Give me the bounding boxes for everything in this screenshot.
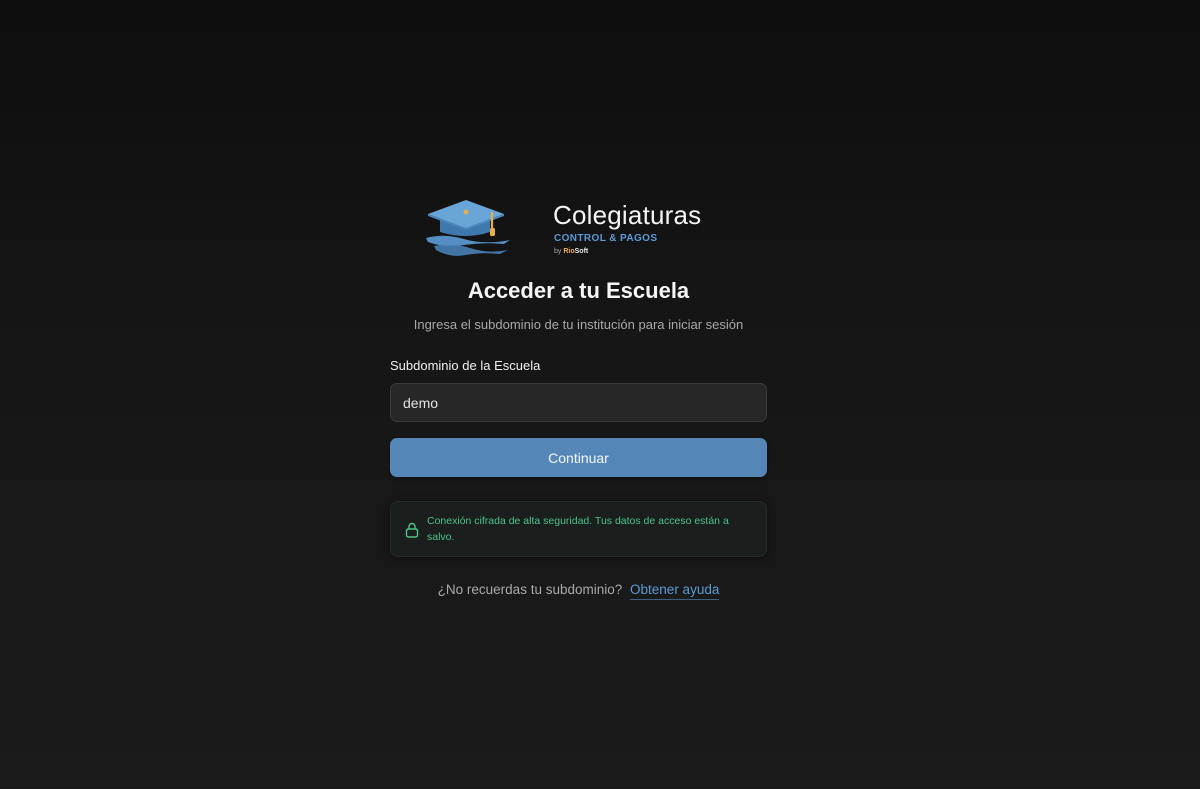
- brand-maker-soft: Soft: [574, 248, 589, 255]
- brand-name: Colegiaturas: [553, 200, 702, 230]
- continue-button[interactable]: Continuar: [390, 438, 767, 477]
- brand-logo-block: Colegiaturas CONTROL & PAGOS by RioSoft: [422, 196, 742, 260]
- login-page: Colegiaturas CONTROL & PAGOS by RioSoft …: [0, 0, 1200, 789]
- brand-maker-rio: Rio: [563, 248, 575, 255]
- graduation-cap-icon: [426, 200, 510, 256]
- brand-byline: by RioSoft: [554, 248, 588, 255]
- get-help-link[interactable]: Obtener ayuda: [630, 582, 720, 600]
- page-title: Acceder a tu Escuela: [467, 278, 690, 303]
- subdomain-label: Subdominio de la Escuela: [390, 358, 541, 373]
- lock-icon: [405, 522, 419, 538]
- subdomain-input[interactable]: [390, 383, 767, 422]
- security-message: Conexión cifrada de alta seguridad. Tus …: [427, 515, 729, 543]
- help-question: ¿No recuerdas tu subdominio?: [437, 582, 623, 597]
- security-notice: Conexión cifrada de alta seguridad. Tus …: [390, 501, 767, 557]
- page-subtitle: Ingresa el subdominio de tu institución …: [413, 317, 744, 332]
- help-row: ¿No recuerdas tu subdominio? Obtener ayu…: [390, 582, 767, 600]
- brand-by-text: by: [554, 248, 562, 255]
- brand-tagline: CONTROL & PAGOS: [554, 233, 658, 244]
